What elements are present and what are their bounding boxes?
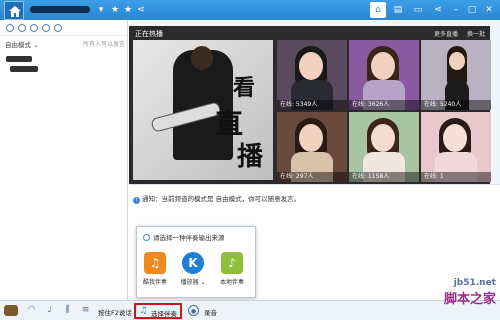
poster-char: 播: [237, 142, 264, 172]
favorite-icon[interactable]: ★: [123, 5, 133, 15]
watermark-name: 脚本之家: [443, 292, 496, 307]
poster-head: [191, 46, 213, 70]
hot-live-panel: 正在热播 更多直播 换一批 看 直 播 在线: 5349人 在线: 3626人: [129, 26, 491, 184]
watermark-url: jb51.net: [453, 278, 496, 288]
viewer-count: 在线: 1158人: [349, 172, 419, 182]
thumb-face: [443, 124, 467, 152]
thumb-face: [299, 52, 323, 80]
viewer-count: 在线: 1: [421, 172, 491, 182]
live-thumb[interactable]: 在线: 1: [421, 112, 491, 182]
location-icon[interactable]: [30, 24, 38, 32]
settings-icon[interactable]: [42, 24, 50, 32]
k-player-icon: K: [182, 252, 204, 274]
screen-icon[interactable]: ▭: [410, 2, 426, 18]
local-accompaniment-option[interactable]: ♪ 本地伴奏: [219, 252, 245, 286]
watermark: jb51.net 脚本之家: [444, 278, 496, 307]
live-thumb[interactable]: 在线: 5349人: [277, 40, 347, 110]
live-thumb[interactable]: 在线: 1158人: [349, 112, 419, 182]
home-icon: [9, 6, 21, 17]
featured-poster[interactable]: 看 直 播: [133, 40, 273, 180]
bottom-toolbar: ◠ ♩ ⫼ ≡ 按住F2说话 ♫ 选择伴奏 ● 录音: [0, 300, 500, 320]
popup-header: 请选择一种伴奏输出来源: [143, 232, 225, 242]
notice-line: i 通知：当前频道的模式是 自由模式，你可以随意发言。: [133, 193, 300, 204]
star-icon[interactable]: ★: [110, 5, 120, 15]
select-accompaniment-button[interactable]: ♫ 选择伴奏: [134, 303, 182, 319]
notice-text: 通知：当前频道的模式是 自由模式，你可以随意发言。: [142, 195, 301, 203]
left-toolbar: [0, 20, 127, 36]
title-bar: ▾ ★ ★ ⋖ ⌂ ▤ ▭ ⋖ – ▢ ✕: [0, 0, 500, 20]
more-live-link[interactable]: 更多直播: [434, 29, 458, 38]
player-option[interactable]: K 播放器 ⌄: [180, 252, 206, 286]
thumb-face: [371, 124, 395, 152]
voice-icon[interactable]: [6, 24, 14, 32]
local-music-icon: ♪: [221, 252, 243, 274]
record-icon[interactable]: ●: [188, 305, 199, 316]
list-icon[interactable]: ▤: [390, 2, 406, 18]
live-thumb[interactable]: 在线: 297人: [277, 112, 347, 182]
dropdown-icon[interactable]: ▾: [96, 5, 106, 15]
option-label: 播放器 ⌄: [180, 279, 206, 286]
minimize-icon[interactable]: –: [448, 2, 464, 18]
live-thumb[interactable]: 在线: 5240人: [421, 40, 491, 110]
avatar[interactable]: [4, 305, 18, 316]
gear-icon: [143, 234, 150, 241]
viewer-count: 在线: 3626人: [349, 100, 419, 110]
thumb-face: [371, 52, 395, 80]
hot-title: 正在热播: [135, 30, 163, 38]
music-icon: ♫: [139, 306, 148, 316]
record-button[interactable]: 录音: [204, 307, 217, 317]
people-icon[interactable]: [18, 24, 26, 32]
kuwo-accompaniment-option[interactable]: ♫ 酷我伴奏: [142, 252, 168, 286]
push-to-talk-button[interactable]: 按住F2说话: [98, 307, 132, 317]
share-top-icon[interactable]: ⋖: [430, 2, 446, 18]
viewer-count: 在线: 297人: [277, 172, 347, 182]
thumb-face: [449, 52, 465, 70]
popup-title: 请选择一种伴奏输出来源: [153, 234, 225, 242]
option-label: 本地伴奏: [219, 279, 244, 286]
accompaniment-source-popup: 请选择一种伴奏输出来源 ♫ 酷我伴奏 K 播放器 ⌄ ♪ 本地伴奏: [136, 226, 256, 298]
home-button[interactable]: [4, 1, 24, 20]
viewer-count: 在线: 5240人: [421, 100, 491, 110]
info-icon: i: [133, 197, 140, 204]
home-tab-icon[interactable]: ⌂: [370, 2, 386, 18]
user-redacted[interactable]: [10, 66, 38, 72]
select-accompaniment-label: 选择伴奏: [151, 310, 177, 318]
option-label: 酷我伴奏: [142, 279, 167, 286]
music-note-icon: ♫: [144, 252, 166, 274]
mode-dropdown[interactable]: 自由模式 ⌄: [5, 39, 39, 49]
channel-name-redacted: [30, 6, 90, 13]
headset-icon[interactable]: ◠: [26, 305, 37, 316]
viewer-count: 在线: 5349人: [277, 100, 347, 110]
poster-char: 看: [233, 75, 256, 101]
refresh-link[interactable]: 换一批: [467, 29, 485, 38]
mixer-icon[interactable]: ⫼: [62, 305, 73, 316]
mode-hint: 所有人可以发言: [82, 41, 125, 48]
share-icon[interactable]: ⋖: [136, 5, 146, 15]
volume-icon[interactable]: ≡: [80, 305, 91, 316]
add-icon[interactable]: [54, 24, 62, 32]
microphone-icon[interactable]: ♩: [44, 305, 55, 316]
user-redacted[interactable]: [6, 56, 32, 62]
left-panel: 自由模式 ⌄ 所有人可以发言: [0, 20, 128, 300]
live-thumb[interactable]: 在线: 3626人: [349, 40, 419, 110]
maximize-icon[interactable]: ▢: [464, 2, 480, 18]
close-icon[interactable]: ✕: [481, 2, 497, 18]
mode-bar: 自由模式 ⌄ 所有人可以发言: [0, 36, 127, 50]
thumb-face: [299, 124, 323, 152]
